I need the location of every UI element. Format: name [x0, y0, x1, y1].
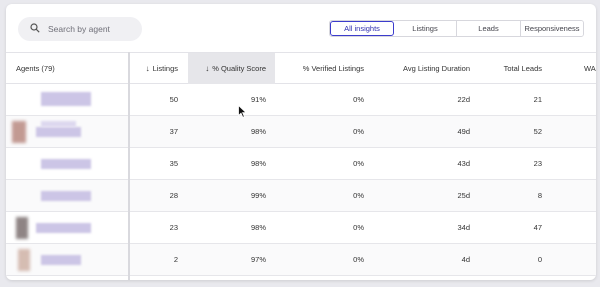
listings-cell: 2	[173, 255, 178, 264]
table-row[interactable]: 37 98% 0% 49d 52	[6, 116, 596, 148]
listings-cell: 23	[169, 223, 178, 232]
listings-header-label: Listings	[152, 64, 178, 73]
duration-cell: 43d	[457, 159, 470, 168]
leads-header-label: Total Leads	[503, 64, 542, 73]
agent-name-blurred	[41, 191, 91, 201]
avatar	[12, 121, 26, 143]
listings-cell: 37	[169, 127, 178, 136]
listings-cell: 50	[169, 95, 178, 104]
duration-header-label: Avg Listing Duration	[403, 64, 470, 73]
quality-cell: 98%	[250, 159, 266, 168]
quality-cell: 91%	[250, 95, 266, 104]
verified-cell: 0%	[353, 255, 364, 264]
search-input[interactable]	[48, 24, 138, 34]
table-row[interactable]: 35 98% 0% 43d 23	[6, 148, 596, 180]
toolbar: All insights Listings Leads Responsivene…	[6, 4, 596, 52]
column-header-listings[interactable]: ↓ Listings	[134, 53, 188, 84]
tab-listings[interactable]: Listings	[394, 21, 457, 36]
agent-name-blurred	[41, 92, 91, 106]
quality-cell: 97%	[250, 255, 266, 264]
sort-down-icon: ↓	[205, 64, 210, 73]
sort-down-icon: ↓	[145, 64, 150, 73]
verified-cell: 0%	[353, 191, 364, 200]
quality-cell: 99%	[250, 191, 266, 200]
verified-header-label: % Verified Listings	[302, 64, 364, 73]
avatar	[16, 217, 28, 239]
verified-cell: 0%	[353, 159, 364, 168]
tab-responsiveness[interactable]: Responsiveness	[521, 21, 583, 36]
insight-tabs: All insights Listings Leads Responsivene…	[329, 20, 584, 37]
column-header-wa[interactable]: WA	[584, 53, 596, 84]
listings-cell: 28	[169, 191, 178, 200]
search-icon	[30, 20, 40, 38]
insights-panel: All insights Listings Leads Responsivene…	[6, 4, 596, 280]
wa-header-label: WA	[584, 64, 596, 73]
verified-cell: 0%	[353, 95, 364, 104]
column-header-avg-listing-duration[interactable]: Avg Listing Duration	[366, 53, 470, 84]
table-row[interactable]: 2 97% 0% 4d 0	[6, 244, 596, 276]
agents-table: Agents (79) ↓ Listings ↓ % Quality Score…	[6, 52, 596, 276]
duration-cell: 49d	[457, 127, 470, 136]
column-header-agents[interactable]: Agents (79)	[16, 53, 126, 84]
agent-name-blurred	[41, 159, 91, 169]
leads-cell: 52	[533, 127, 542, 136]
duration-cell: 22d	[457, 95, 470, 104]
table-row[interactable]: 50 91% 0% 22d 21	[6, 84, 596, 116]
duration-cell: 34d	[457, 223, 470, 232]
avatar	[18, 249, 30, 271]
agent-name-blurred	[41, 255, 81, 265]
listings-cell: 35	[169, 159, 178, 168]
agent-name-blurred	[36, 127, 81, 137]
quality-cell: 98%	[250, 223, 266, 232]
mouse-cursor-icon	[238, 105, 247, 118]
tab-all-insights[interactable]: All insights	[330, 21, 394, 36]
table-header: Agents (79) ↓ Listings ↓ % Quality Score…	[6, 52, 596, 84]
duration-cell: 4d	[461, 255, 470, 264]
verified-cell: 0%	[353, 127, 364, 136]
column-divider[interactable]	[128, 52, 130, 280]
leads-cell: 23	[533, 159, 542, 168]
quality-header-label: % Quality Score	[212, 64, 266, 73]
table-body: 50 91% 0% 22d 21 37 98% 0% 49d 52 35 98%	[6, 84, 596, 276]
column-header-verified-listings[interactable]: % Verified Listings	[276, 53, 364, 84]
leads-cell: 0	[537, 255, 542, 264]
quality-cell: 98%	[250, 127, 266, 136]
duration-cell: 25d	[457, 191, 470, 200]
leads-cell: 21	[533, 95, 542, 104]
table-row[interactable]: 23 98% 0% 34d 47	[6, 212, 596, 244]
table-row[interactable]: 28 99% 0% 25d 8	[6, 180, 596, 212]
agent-name-blurred	[36, 223, 91, 233]
search-box[interactable]	[18, 17, 142, 41]
column-header-quality-score[interactable]: ↓ % Quality Score	[188, 53, 275, 84]
verified-cell: 0%	[353, 223, 364, 232]
leads-cell: 47	[533, 223, 542, 232]
agent-name-blurred	[41, 121, 76, 127]
agents-header-label: Agents (79)	[16, 64, 55, 73]
leads-cell: 8	[537, 191, 542, 200]
column-header-total-leads[interactable]: Total Leads	[471, 53, 542, 84]
tab-leads[interactable]: Leads	[457, 21, 521, 36]
